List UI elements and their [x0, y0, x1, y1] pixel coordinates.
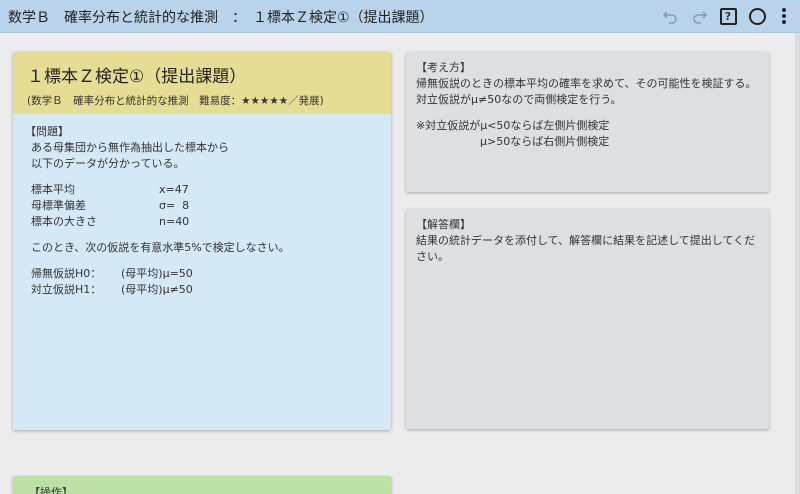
hypothesis-label: 帰無仮説H0：: [31, 267, 102, 280]
help-icon: ?: [719, 7, 737, 25]
stat-label: 母標準偏差: [31, 199, 86, 212]
answer-section-label: 【解答欄】: [416, 218, 471, 231]
answer-card[interactable]: 【解答欄】 結果の統計データを添付して、解答欄に結果を記述して提出してください。: [406, 209, 769, 429]
page-title: 数学Ｂ 確率分布と統計的な推測 ： １標本Ｚ検定①（提出課題）: [8, 10, 434, 26]
approach-section-label: 【考え方】: [416, 61, 471, 74]
redo-icon[interactable]: [690, 6, 710, 26]
problem-title-box: １標本Ｚ検定①（提出課題） (数学Ｂ 確率分布と統計的な推測 難易度：★★★★★…: [13, 52, 391, 114]
hypothesis-label: 対立仮説H1：: [31, 283, 102, 296]
stat-value: x=47: [159, 183, 189, 196]
problem-section-label: 【問題】: [25, 125, 69, 138]
stat-value: σ= 8: [159, 199, 190, 212]
stat-label: 標本の大きさ: [31, 215, 97, 228]
stat-row-mean: 標本平均 x=47: [31, 182, 379, 198]
hypothesis-value: (母平均)μ=50: [121, 267, 193, 280]
approach-text: 対立仮説がμ≠50なので両側検定を行う。: [416, 93, 622, 106]
stat-row-sd: 母標準偏差 σ= 8: [31, 198, 379, 214]
help-button[interactable]: ?: [718, 6, 738, 26]
stat-value: n=40: [159, 215, 190, 228]
approach-text: 帰無仮説のときの標本平均の確率を求めて、その可能性を検証する。: [416, 77, 757, 90]
circle-icon[interactable]: [747, 6, 767, 26]
problem-title: １標本Ｚ検定①（提出課題）: [27, 67, 247, 87]
operation-section-label: 【操作】: [29, 486, 73, 494]
problem-card: １標本Ｚ検定①（提出課題） (数学Ｂ 確率分布と統計的な推測 難易度：★★★★★…: [13, 52, 391, 430]
problem-instruction: このとき、次の仮説を有意水準5%で検定しなさい。: [31, 241, 290, 254]
stat-label: 標本平均: [31, 183, 75, 196]
null-hypothesis: 帰無仮説H0： (母平均)μ=50: [31, 266, 379, 282]
top-bar: 数学Ｂ 確率分布と統計的な推測 ： １標本Ｚ検定①（提出課題） ?: [0, 0, 800, 33]
problem-subtitle: (数学Ｂ 確率分布と統計的な推測 難易度：★★★★★／発展): [27, 95, 324, 107]
approach-card: 【考え方】 帰無仮説のときの標本平均の確率を求めて、その可能性を検証する。 対立…: [406, 52, 769, 192]
operation-card: 【操作】: [13, 476, 391, 494]
stat-row-size: 標本の大きさ n=40: [31, 214, 379, 230]
problem-intro-line: 以下のデータが分かっている。: [31, 157, 185, 170]
approach-note: ※対立仮説がμ<50ならば左側片側検定: [416, 119, 610, 132]
alternative-hypothesis: 対立仮説H1： (母平均)μ≠50: [31, 282, 379, 298]
problem-intro-line: ある母集団から無作為抽出した標本から: [31, 141, 229, 154]
scrollbar[interactable]: [795, 33, 800, 494]
problem-body: 【問題】 ある母集団から無作為抽出した標本から 以下のデータが分かっている。 標…: [13, 114, 391, 430]
approach-note: μ>50ならば右側片側検定: [480, 135, 610, 148]
more-vertical-icon[interactable]: [774, 6, 794, 26]
answer-text: 結果の統計データを添付して、解答欄に結果を記述して提出してください。: [416, 234, 756, 263]
hypothesis-value: (母平均)μ≠50: [121, 283, 193, 296]
undo-icon[interactable]: [660, 6, 680, 26]
